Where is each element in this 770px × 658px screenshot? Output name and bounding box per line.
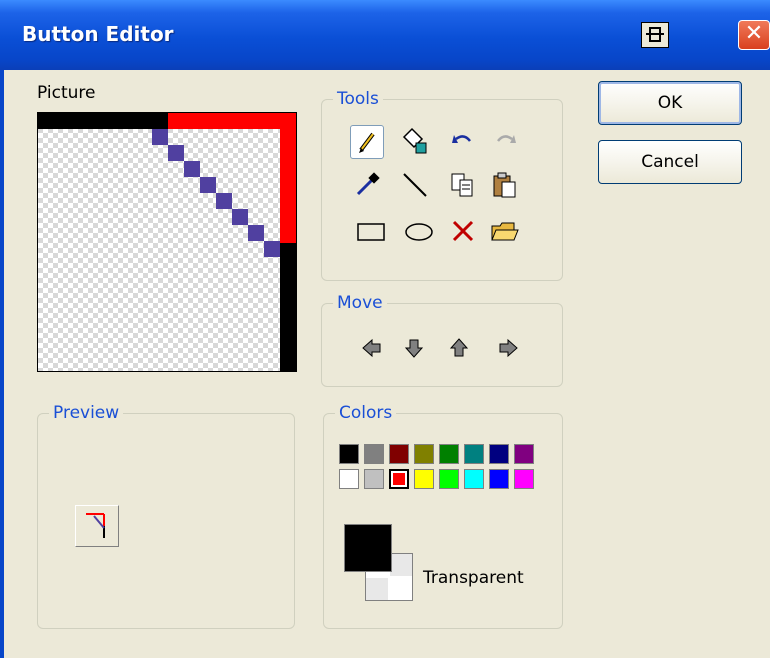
picture-pixels	[38, 113, 296, 371]
color-swatch[interactable]	[414, 469, 434, 489]
color-swatch[interactable]	[514, 469, 534, 489]
cancel-button[interactable]: Cancel	[598, 140, 742, 184]
color-swatch[interactable]	[439, 444, 459, 464]
undo-icon[interactable]	[446, 125, 480, 159]
paste-icon[interactable]	[488, 168, 522, 202]
colors-label: Colors	[335, 403, 397, 423]
color-swatch[interactable]	[364, 469, 384, 489]
color-swatch[interactable]	[464, 444, 484, 464]
color-swatch[interactable]	[364, 444, 384, 464]
line-icon[interactable]	[398, 168, 432, 202]
color-swatch[interactable]	[439, 469, 459, 489]
color-swatch[interactable]	[464, 469, 484, 489]
color-swatch[interactable]	[514, 444, 534, 464]
rectangle-icon[interactable]	[354, 214, 388, 248]
copy-icon[interactable]	[446, 168, 480, 202]
color-swatch[interactable]	[414, 444, 434, 464]
move-group	[321, 303, 563, 387]
tools-label: Tools	[333, 89, 383, 109]
preview-image	[86, 513, 105, 538]
pencil-icon[interactable]	[350, 125, 384, 159]
close-icon[interactable]: ✕	[738, 20, 770, 50]
move-label: Move	[333, 293, 387, 313]
picture-label: Picture	[37, 83, 96, 103]
move-down-icon[interactable]	[403, 337, 425, 359]
ok-button[interactable]: OK	[598, 81, 742, 125]
ellipse-icon[interactable]	[402, 214, 436, 248]
open-folder-icon[interactable]	[488, 214, 522, 248]
eyedropper-icon[interactable]	[350, 168, 384, 202]
preview-button	[75, 505, 119, 547]
color-swatch[interactable]	[389, 469, 409, 489]
move-up-icon[interactable]	[448, 337, 470, 359]
move-right-icon[interactable]	[497, 337, 519, 359]
preview-label: Preview	[49, 403, 124, 423]
redo-icon[interactable]	[488, 125, 522, 159]
color-swatch[interactable]	[339, 444, 359, 464]
foreground-color-box[interactable]	[344, 524, 392, 572]
clear-icon[interactable]	[446, 214, 480, 248]
fill-icon[interactable]	[398, 125, 432, 159]
color-swatch[interactable]	[389, 444, 409, 464]
pin-icon[interactable]	[641, 22, 669, 48]
button-editor-dialog: Button Editor ✕ Picture Tools Move Previ…	[0, 0, 770, 658]
color-swatch[interactable]	[489, 444, 509, 464]
picture-canvas[interactable]	[37, 112, 297, 372]
title-bar[interactable]: Button Editor ✕	[0, 0, 770, 70]
window-border	[0, 70, 4, 658]
transparent-label: Transparent	[423, 568, 524, 588]
color-swatch[interactable]	[339, 469, 359, 489]
color-swatch[interactable]	[489, 469, 509, 489]
window-title: Button Editor	[22, 22, 174, 46]
move-left-icon[interactable]	[361, 337, 383, 359]
